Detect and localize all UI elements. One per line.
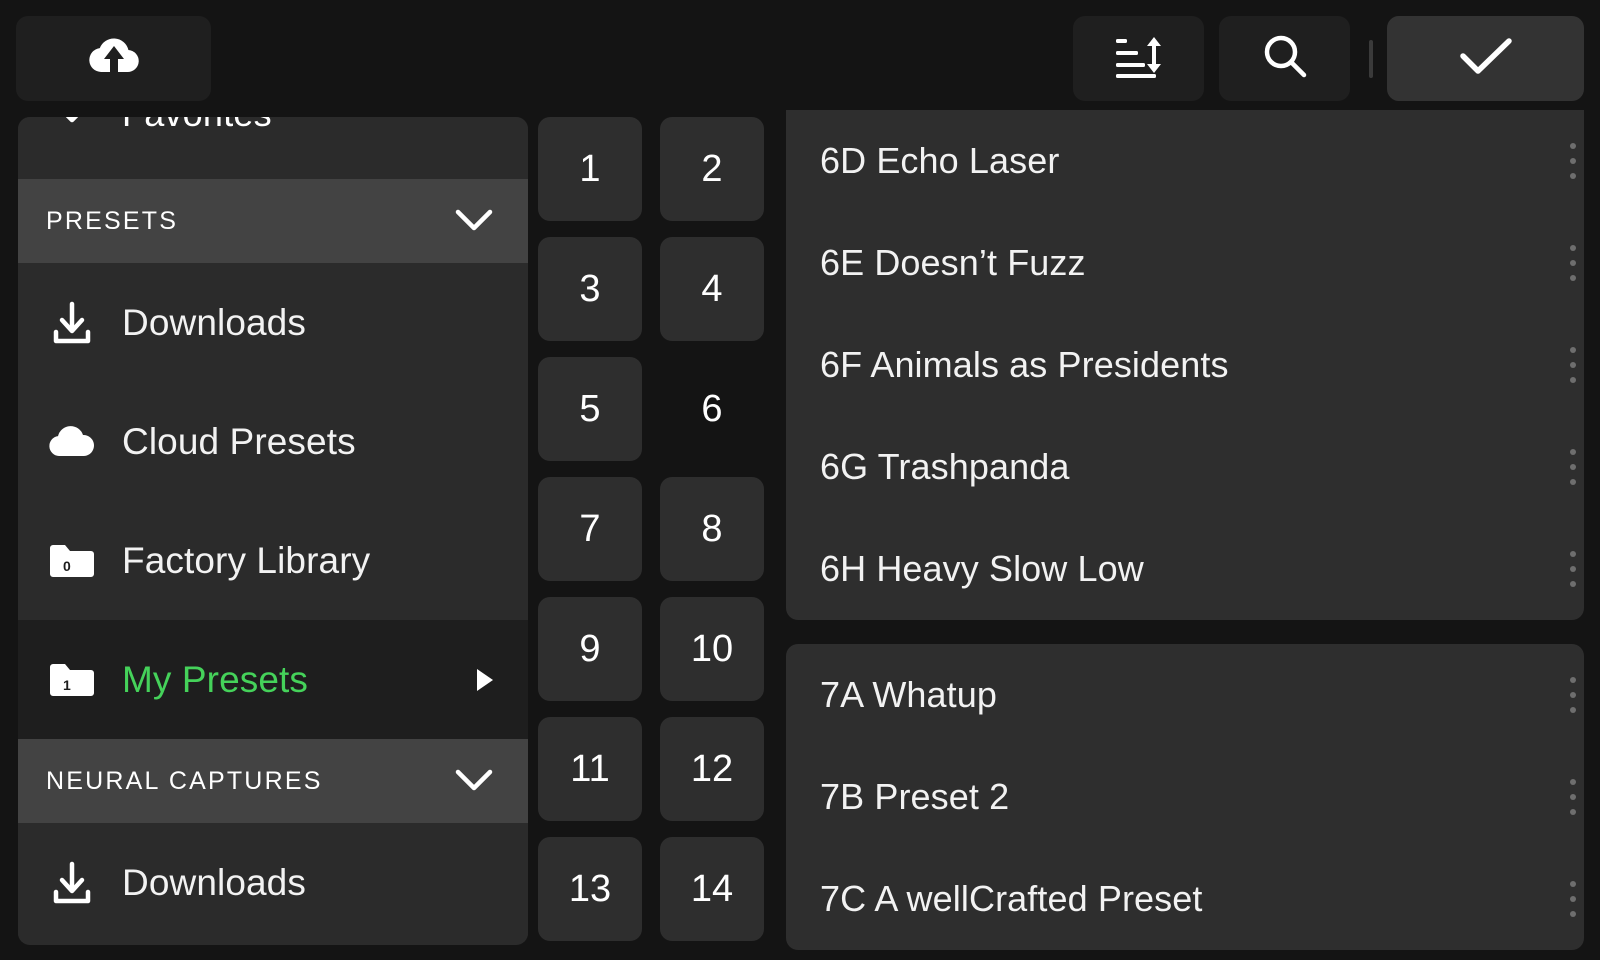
folder-icon: 0 — [46, 540, 98, 582]
confirm-button[interactable] — [1387, 16, 1584, 101]
triangle-right-icon[interactable] — [466, 663, 500, 697]
preset-name: 6E Doesn’t Fuzz — [820, 242, 1086, 283]
slot-number-grid: 1 2 3 4 5 6 7 8 9 10 11 12 13 14 — [538, 117, 766, 960]
preset-name: 7C A wellCrafted Preset — [820, 878, 1203, 919]
preset-row[interactable]: 7C A wellCrafted Preset — [786, 848, 1584, 950]
preset-name: 6F Animals as Presidents — [820, 344, 1229, 385]
more-vertical-icon[interactable] — [1570, 881, 1576, 917]
sidebar-item-downloads-neural[interactable]: Downloads — [18, 823, 528, 942]
preset-name: 6G Trashpanda — [820, 446, 1070, 487]
more-vertical-icon[interactable] — [1570, 449, 1576, 485]
preset-name: 7A Whatup — [820, 674, 998, 715]
grid-cell-5[interactable]: 5 — [538, 357, 642, 461]
preset-name: 6H Heavy Slow Low — [820, 548, 1144, 589]
preset-row[interactable]: 6E Doesn’t Fuzz — [786, 212, 1584, 314]
preset-card: 7A Whatup 7B Preset 2 7C A wellCrafted Pre… — [786, 644, 1584, 950]
sort-icon — [1113, 31, 1165, 86]
preset-row[interactable]: 7A Whatup — [786, 644, 1584, 746]
section-title: NEURAL CAPTURES — [46, 766, 323, 795]
grid-cell-3[interactable]: 3 — [538, 237, 642, 341]
sidebar-item-cloud-presets[interactable]: Cloud Presets — [18, 382, 528, 501]
more-vertical-icon[interactable] — [1570, 347, 1576, 383]
preset-browser-screen: Favorites PRESETS Downloads — [0, 0, 1600, 960]
preset-card: 6D Echo Laser 6E Doesn’t Fuzz 6F Animals a… — [786, 110, 1584, 620]
chevron-down-icon[interactable] — [448, 203, 500, 240]
sidebar-item-my-presets[interactable]: 1 My Presets — [18, 620, 528, 739]
download-icon — [46, 858, 98, 908]
chevron-down-icon[interactable] — [448, 763, 500, 800]
more-vertical-icon[interactable] — [1570, 551, 1576, 587]
preset-row[interactable]: 6G Trashpanda — [786, 416, 1584, 518]
sidebar-item-downloads-presets[interactable]: Downloads — [18, 263, 528, 382]
check-icon — [1457, 34, 1515, 83]
more-vertical-icon[interactable] — [1570, 245, 1576, 281]
sidebar-item-label: Downloads — [122, 301, 306, 343]
sidebar-item-label: My Presets — [122, 658, 309, 700]
grid-cell-4[interactable]: 4 — [660, 237, 764, 341]
more-vertical-icon[interactable] — [1570, 779, 1576, 815]
grid-cell-2[interactable]: 2 — [660, 117, 764, 221]
preset-list: 6D Echo Laser 6E Doesn’t Fuzz 6F Animals a… — [786, 110, 1584, 960]
preset-row[interactable]: 6F Animals as Presidents — [786, 314, 1584, 416]
sort-button[interactable] — [1073, 16, 1204, 101]
sidebar-item-label: Factory Library — [122, 539, 371, 581]
search-icon — [1259, 30, 1311, 87]
sidebar-item-label: Favorites — [122, 117, 272, 135]
library-sidebar: Favorites PRESETS Downloads — [18, 117, 528, 945]
grid-cell-9[interactable]: 9 — [538, 597, 642, 701]
grid-cell-13[interactable]: 13 — [538, 837, 642, 941]
section-header-neural-captures[interactable]: NEURAL CAPTURES — [18, 739, 528, 823]
toolbar-divider — [1369, 40, 1373, 78]
top-toolbar — [0, 0, 1600, 110]
sidebar-item-label: Downloads — [122, 861, 306, 903]
grid-cell-14[interactable]: 14 — [660, 837, 764, 941]
preset-row[interactable]: 7B Preset 2 — [786, 746, 1584, 848]
grid-cell-11[interactable]: 11 — [538, 717, 642, 821]
svg-text:1: 1 — [63, 677, 71, 693]
section-title: PRESETS — [46, 206, 179, 235]
grid-cell-1[interactable]: 1 — [538, 117, 642, 221]
cloud-upload-icon — [86, 34, 142, 83]
section-header-presets[interactable]: PRESETS — [18, 179, 528, 263]
sidebar-item-label: Cloud Presets — [122, 420, 356, 462]
more-vertical-icon[interactable] — [1570, 677, 1576, 713]
preset-row[interactable]: 6D Echo Laser — [786, 110, 1584, 212]
preset-name: 6D Echo Laser — [820, 140, 1060, 181]
preset-name: 7B Preset 2 — [820, 776, 1010, 817]
grid-cell-10[interactable]: 10 — [660, 597, 764, 701]
svg-text:0: 0 — [63, 558, 71, 574]
download-icon — [46, 298, 98, 348]
grid-cell-7[interactable]: 7 — [538, 477, 642, 581]
grid-cell-8[interactable]: 8 — [660, 477, 764, 581]
search-button[interactable] — [1219, 16, 1350, 101]
grid-cell-6[interactable]: 6 — [660, 357, 764, 461]
sidebar-item-favorites[interactable]: Favorites — [18, 117, 528, 179]
sidebar-item-factory-library[interactable]: 0 Factory Library — [18, 501, 528, 620]
cloud-upload-button[interactable] — [16, 16, 211, 101]
folder-icon: 1 — [46, 659, 98, 701]
more-vertical-icon[interactable] — [1570, 143, 1576, 179]
grid-cell-12[interactable]: 12 — [660, 717, 764, 821]
cloud-icon — [46, 422, 98, 462]
preset-row[interactable]: 6H Heavy Slow Low — [786, 518, 1584, 620]
chevron-down-icon — [46, 117, 98, 133]
